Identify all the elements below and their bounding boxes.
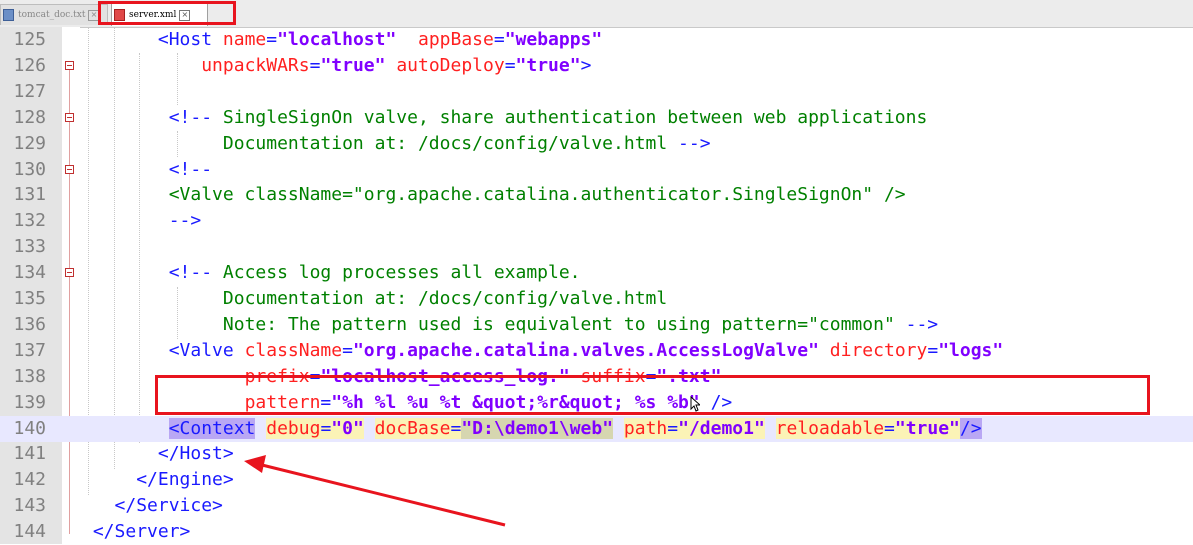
annotation-arrow-icon — [244, 455, 506, 527]
mouse-cursor-icon — [690, 396, 700, 412]
